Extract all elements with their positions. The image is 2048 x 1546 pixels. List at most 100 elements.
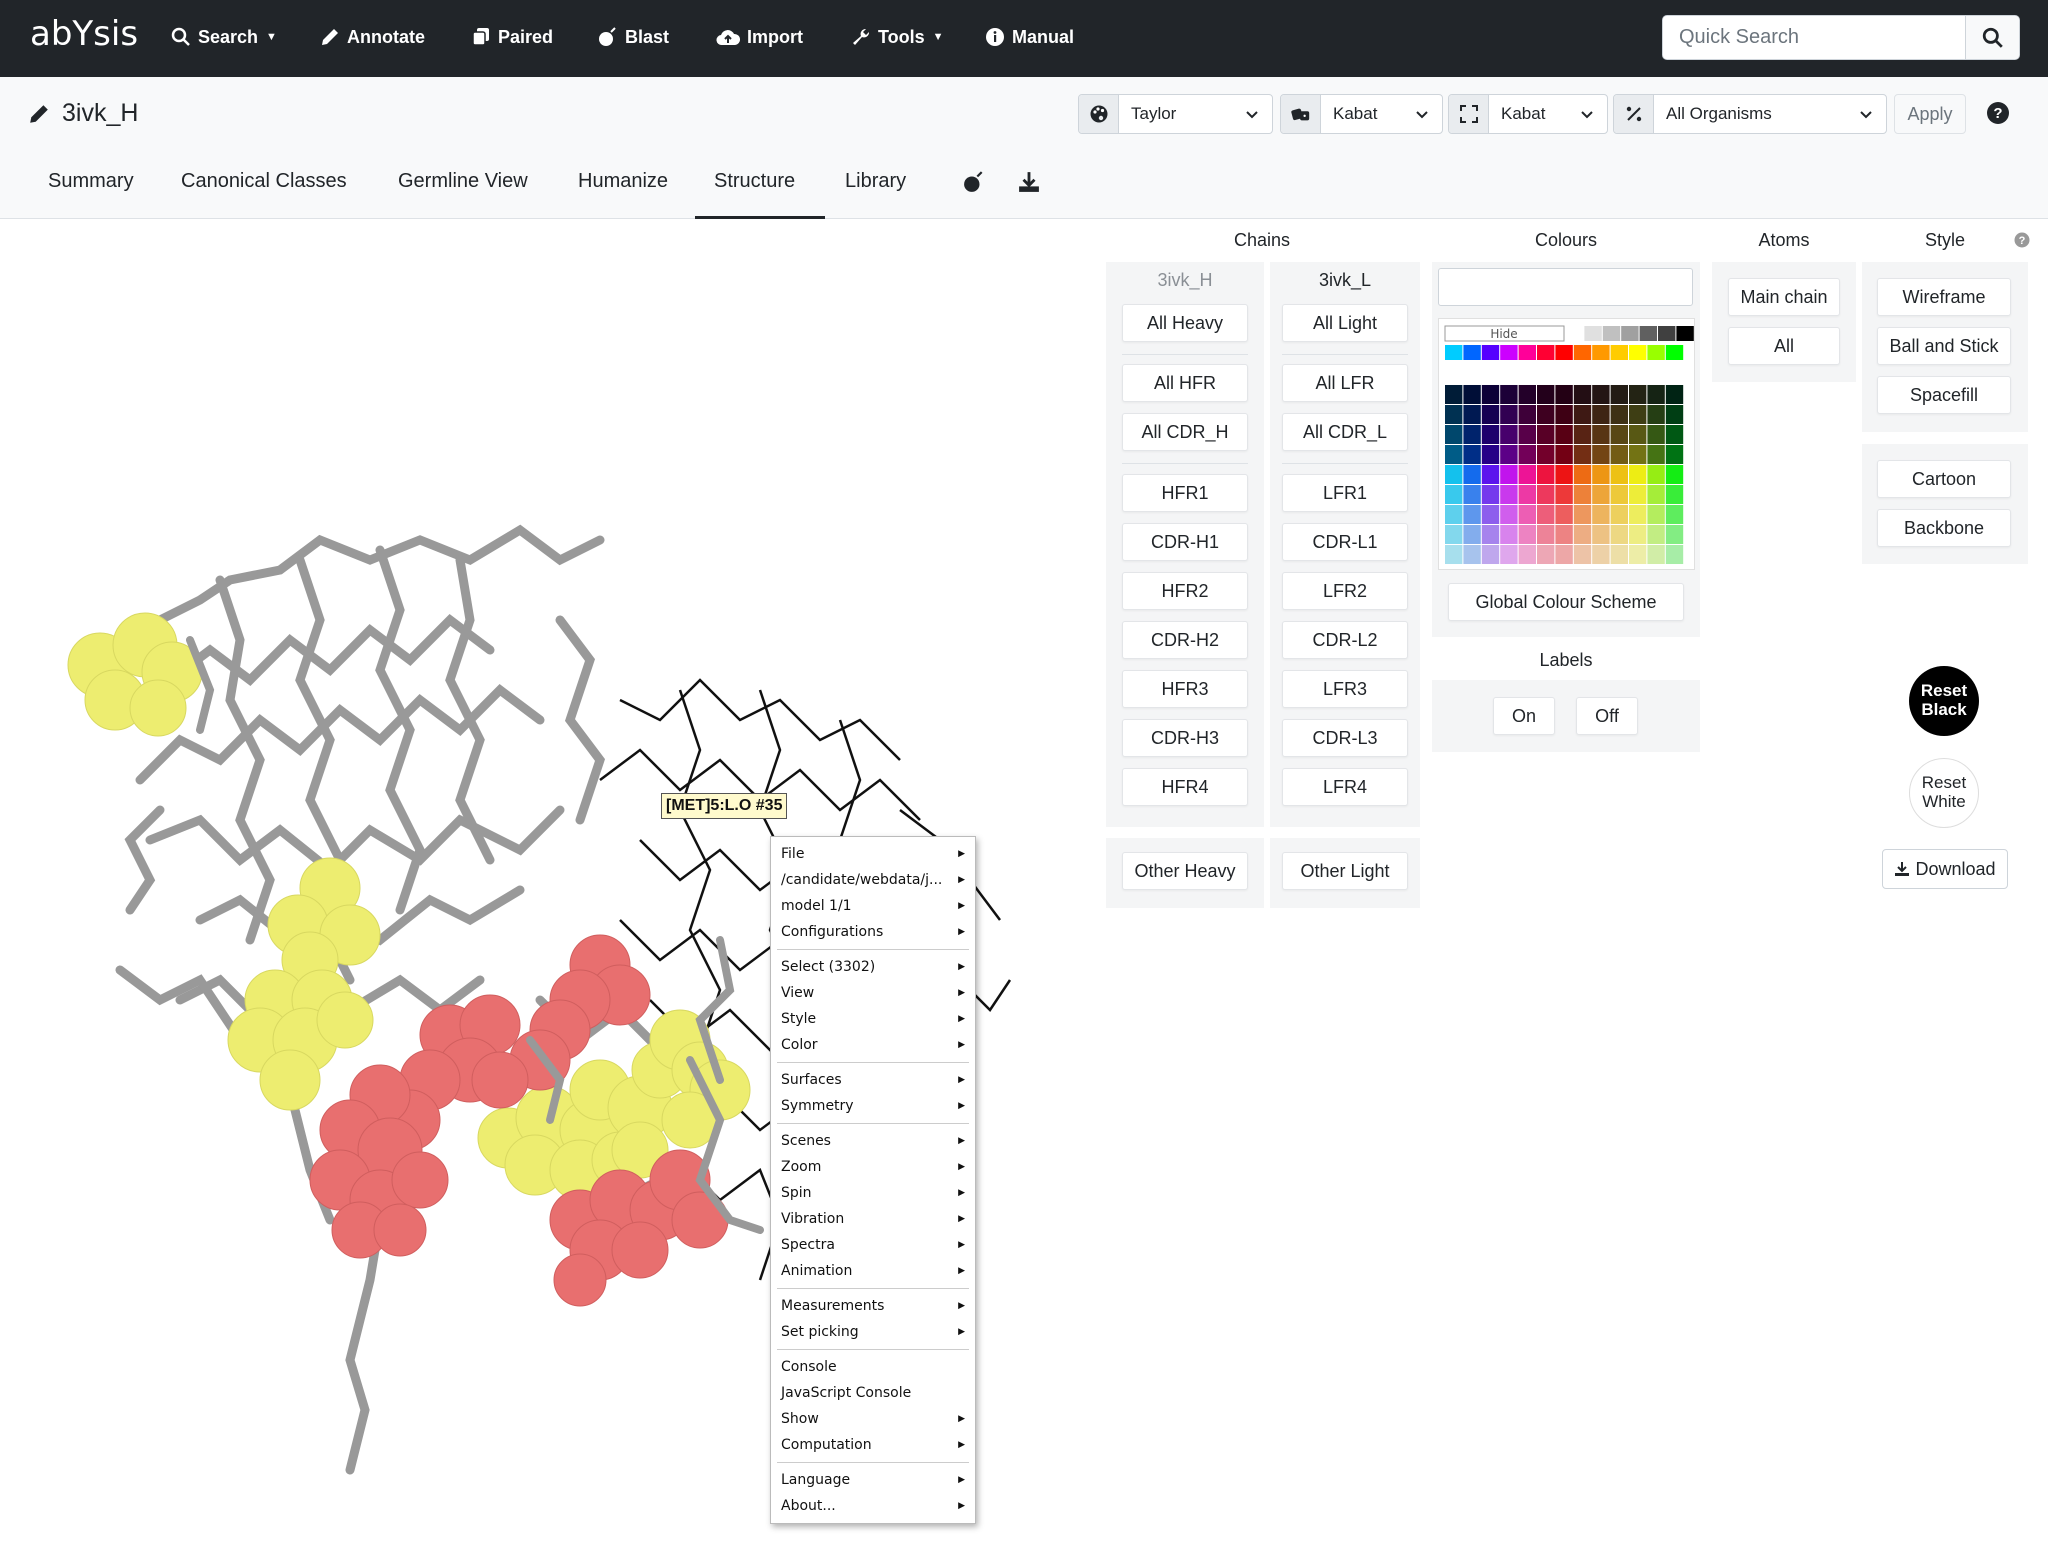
tab-library[interactable]: Library: [845, 170, 906, 193]
colour-swatch[interactable]: [1463, 465, 1481, 484]
colour-swatch[interactable]: [1573, 445, 1592, 464]
colour-swatch[interactable]: [1463, 485, 1481, 504]
colour-scheme-select[interactable]: Taylor: [1078, 94, 1273, 134]
colour-swatch[interactable]: [1445, 545, 1463, 564]
all-cdr-h-button[interactable]: All CDR_H: [1122, 413, 1248, 451]
cartoon-button[interactable]: Cartoon: [1877, 460, 2011, 498]
colour-swatch[interactable]: [1566, 326, 1584, 341]
colour-swatch[interactable]: [1573, 545, 1592, 564]
all-light-button[interactable]: All Light: [1282, 304, 1408, 342]
colour-swatch[interactable]: [1647, 465, 1665, 484]
colour-swatch[interactable]: [1573, 465, 1592, 484]
colour-swatch[interactable]: [1592, 505, 1610, 524]
colour-swatch[interactable]: [1481, 505, 1500, 524]
apply-button[interactable]: Apply: [1894, 94, 1966, 134]
colour-swatch[interactable]: [1537, 465, 1555, 484]
lfr4-button[interactable]: LFR4: [1282, 768, 1408, 806]
colour-swatch[interactable]: [1573, 525, 1592, 544]
tab-canonical-classes[interactable]: Canonical Classes: [181, 170, 347, 193]
hfr1-button[interactable]: HFR1: [1122, 474, 1248, 512]
colour-swatch[interactable]: [1647, 525, 1665, 544]
colour-swatch[interactable]: [1445, 445, 1463, 464]
colour-swatch[interactable]: [1555, 405, 1573, 424]
colour-swatch[interactable]: [1500, 545, 1518, 564]
colour-swatch[interactable]: [1647, 505, 1665, 524]
nav-blast[interactable]: Blast: [598, 22, 669, 52]
colour-palette-grid[interactable]: Hide: [1439, 319, 1696, 571]
cdr-l3-button[interactable]: CDR-L3: [1282, 719, 1408, 757]
context-menu-item[interactable]: Configurations ▶: [771, 919, 975, 945]
colour-swatch[interactable]: [1602, 326, 1621, 341]
colour-swatch[interactable]: [1665, 385, 1684, 404]
colour-swatch[interactable]: [1665, 525, 1684, 544]
context-menu-item[interactable]: View ▶: [771, 980, 975, 1006]
colour-swatch[interactable]: [1665, 345, 1684, 360]
colour-swatch[interactable]: [1610, 405, 1628, 424]
colour-swatch[interactable]: [1445, 485, 1463, 504]
colour-swatch[interactable]: [1610, 385, 1628, 404]
colour-input[interactable]: [1438, 268, 1693, 306]
labels-on-button[interactable]: On: [1493, 697, 1555, 735]
colour-swatch[interactable]: [1500, 445, 1518, 464]
colour-swatch[interactable]: [1592, 485, 1610, 504]
all-lfr-button[interactable]: All LFR: [1282, 364, 1408, 402]
colour-swatch[interactable]: [1481, 405, 1500, 424]
colour-swatch[interactable]: [1555, 505, 1573, 524]
colour-swatch[interactable]: [1555, 525, 1573, 544]
colour-swatch[interactable]: [1665, 465, 1684, 484]
colour-swatch[interactable]: [1610, 425, 1628, 444]
all-cdr-l-button[interactable]: All CDR_L: [1282, 413, 1408, 451]
colour-swatch[interactable]: [1573, 485, 1592, 504]
colour-swatch[interactable]: [1592, 345, 1610, 360]
colour-swatch[interactable]: [1537, 485, 1555, 504]
colour-swatch[interactable]: [1639, 326, 1657, 341]
context-menu-item[interactable]: Select (3302) ▶: [771, 954, 975, 980]
download-icon[interactable]: [1018, 171, 1040, 193]
colour-swatch[interactable]: [1518, 345, 1536, 360]
reset-black-button[interactable]: Reset Black: [1909, 666, 1979, 736]
colour-swatch[interactable]: [1537, 385, 1555, 404]
heavy-chain-name[interactable]: 3ivk_H: [1106, 270, 1264, 291]
tab-humanize[interactable]: Humanize: [578, 170, 668, 193]
labels-off-button[interactable]: Off: [1576, 697, 1638, 735]
nav-paired[interactable]: Paired: [471, 22, 553, 52]
colour-swatch[interactable]: [1537, 545, 1555, 564]
tab-summary[interactable]: Summary: [48, 170, 134, 193]
colour-swatch[interactable]: [1573, 345, 1592, 360]
global-colour-scheme-button[interactable]: Global Colour Scheme: [1448, 583, 1684, 621]
context-menu-item[interactable]: /candidate/webdata/j... ▶: [771, 867, 975, 893]
context-menu-item[interactable]: File ▶: [771, 841, 975, 867]
colour-swatch[interactable]: [1555, 425, 1573, 444]
hfr2-button[interactable]: HFR2: [1122, 572, 1248, 610]
colour-swatch[interactable]: [1610, 345, 1628, 360]
nav-manual[interactable]: Manual: [985, 22, 1074, 52]
colour-swatch[interactable]: [1629, 385, 1647, 404]
colour-swatch[interactable]: [1555, 465, 1573, 484]
colour-swatch[interactable]: [1518, 445, 1536, 464]
colour-swatch[interactable]: [1573, 405, 1592, 424]
colour-swatch[interactable]: [1610, 445, 1628, 464]
context-menu-item[interactable]: Computation ▶: [771, 1432, 975, 1458]
context-menu-item[interactable]: Scenes ▶: [771, 1128, 975, 1154]
context-menu-item[interactable]: Color ▶: [771, 1032, 975, 1058]
colour-swatch[interactable]: [1463, 505, 1481, 524]
context-menu-item[interactable]: Vibration ▶: [771, 1206, 975, 1232]
context-menu-item[interactable]: Measurements ▶: [771, 1293, 975, 1319]
colour-swatch[interactable]: [1445, 405, 1463, 424]
colour-swatch[interactable]: [1629, 545, 1647, 564]
structure-viewer[interactable]: [MET]5:L.O #35 File ▶/candidate/webdata/j…: [0, 220, 1100, 1546]
colour-swatch[interactable]: [1445, 345, 1463, 360]
backbone-button[interactable]: Backbone: [1877, 509, 2011, 547]
colour-swatch[interactable]: [1665, 485, 1684, 504]
lfr1-button[interactable]: LFR1: [1282, 474, 1408, 512]
ball-and-stick-button[interactable]: Ball and Stick: [1877, 327, 2011, 365]
colour-swatch[interactable]: [1500, 465, 1518, 484]
download-button[interactable]: Download: [1882, 849, 2008, 889]
colour-swatch[interactable]: [1481, 425, 1500, 444]
colour-swatch[interactable]: [1445, 525, 1463, 544]
colour-swatch[interactable]: [1555, 545, 1573, 564]
reset-white-button[interactable]: Reset White: [1909, 758, 1979, 828]
colour-swatch[interactable]: [1463, 545, 1481, 564]
context-menu-item[interactable]: JavaScript Console: [771, 1380, 975, 1406]
other-light-button[interactable]: Other Light: [1282, 852, 1408, 890]
